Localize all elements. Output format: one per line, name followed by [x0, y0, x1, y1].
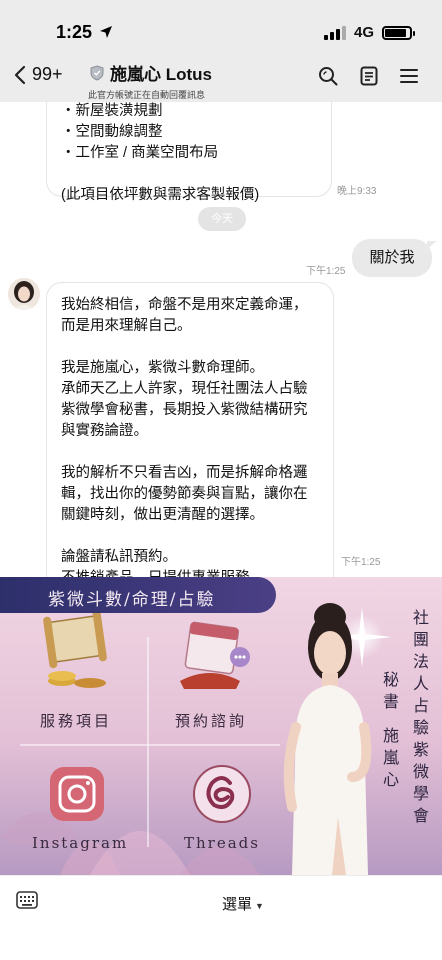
bubble-tail: [427, 241, 437, 251]
message-paragraph: 我始終相信，命盤不是用來定義命運，而是用來理解自己。: [61, 297, 308, 334]
chevron-left-icon: [14, 65, 26, 84]
keyboard-icon[interactable]: [16, 891, 38, 909]
time-text: 1:25: [56, 22, 93, 42]
message-paragraph: 論盤請私訊預約。 不推銷產品，只提供專業服務。: [61, 549, 264, 577]
back-button[interactable]: 99+: [14, 64, 63, 85]
role-vertical-text: 秘書: [382, 670, 399, 711]
message-paragraph: 我是施嵐心，紫微斗數命理師。 承師天乙上人許家，現任社團法人占驗紫微學會秘書，長…: [61, 360, 308, 439]
outgoing-message-bubble[interactable]: 關於我: [352, 239, 432, 277]
message-paragraph: 我的解析不只看吉凶，而是拆解命格邏輯，找出你的優勢節奏與盲點，讓你在關鍵時刻，做…: [61, 465, 308, 523]
signal-icon: [323, 25, 346, 40]
bottom-bar: 選單 ▼: [0, 875, 442, 960]
menu-label: 選單: [222, 896, 253, 913]
message-line: ・新屋裝潢規劃: [61, 103, 163, 119]
search-icon[interactable]: [318, 66, 338, 86]
message-line: ・工作室 / 商業空間布局: [61, 145, 219, 161]
banner-text: 紫微斗數/命理/占驗: [48, 590, 216, 610]
chat-title: 施嵐心 Lotus: [110, 65, 212, 84]
message-time: 下午1:25: [341, 557, 381, 568]
message-time: 下午1:25: [306, 266, 346, 277]
auto-reply-notice: 此官方帳號正在自動回覆訊息: [88, 90, 206, 100]
threads-icon: [193, 765, 251, 823]
avatar[interactable]: [8, 278, 40, 310]
instagram-button[interactable]: Instagram: [32, 834, 128, 852]
services-button[interactable]: 服務項目: [40, 710, 112, 731]
caret-down-icon: ▼: [255, 901, 264, 911]
shield-icon: [90, 64, 104, 81]
instagram-icon: [50, 767, 104, 821]
rich-menu-banner: 紫微斗數/命理/占驗: [0, 577, 276, 613]
message-time: 晚上9:33: [337, 186, 377, 197]
status-time: 1:25: [56, 22, 113, 43]
header-actions: [318, 66, 418, 86]
threads-button[interactable]: Threads: [184, 834, 260, 852]
organization-vertical-text: 社團法人占驗紫微學會: [412, 608, 429, 825]
rich-menu: 紫微斗數/命理/占驗 服務項目 預約諮詢 Instagram Threads 社…: [0, 577, 442, 875]
avatar-image: [8, 278, 40, 310]
name-vertical-text: 施嵐心: [382, 726, 399, 789]
location-arrow-icon: [100, 26, 113, 38]
message-line: ・空間動線調整: [61, 124, 163, 140]
battery-icon: [382, 25, 415, 40]
chat-area[interactable]: ・新屋裝潢規劃 ・空間動線調整 ・工作室 / 商業空間布局 (此項目依坪數與需求…: [0, 102, 442, 577]
date-divider: 今天: [198, 207, 246, 231]
unread-count: 99+: [32, 64, 63, 84]
chat-title-area[interactable]: 施嵐心 Lotus 此官方帳號正在自動回覆訊息: [88, 60, 212, 101]
incoming-message-bubble[interactable]: ・新屋裝潢規劃 ・空間動線調整 ・工作室 / 商業空間布局 (此項目依坪數與需求…: [46, 102, 332, 203]
message-line: [61, 164, 317, 185]
message-line: (此項目依坪數與需求客製報價): [61, 187, 260, 203]
rich-menu-toggle[interactable]: 選單 ▼: [222, 893, 264, 914]
status-indicators: 4G: [323, 24, 415, 41]
incoming-message-bubble[interactable]: 我始終相信，命盤不是用來定義命運，而是用來理解自己。 我是施嵐心，紫微斗數命理師…: [46, 282, 334, 577]
booking-button[interactable]: 預約諮詢: [175, 710, 247, 731]
notes-icon[interactable]: [360, 66, 378, 86]
top-bar: 1:25 4G 99+ 施嵐心 Lotus 此官方帳號正在自動回覆訊息: [0, 0, 442, 102]
network-type: 4G: [353, 24, 374, 41]
menu-icon[interactable]: [400, 68, 418, 84]
